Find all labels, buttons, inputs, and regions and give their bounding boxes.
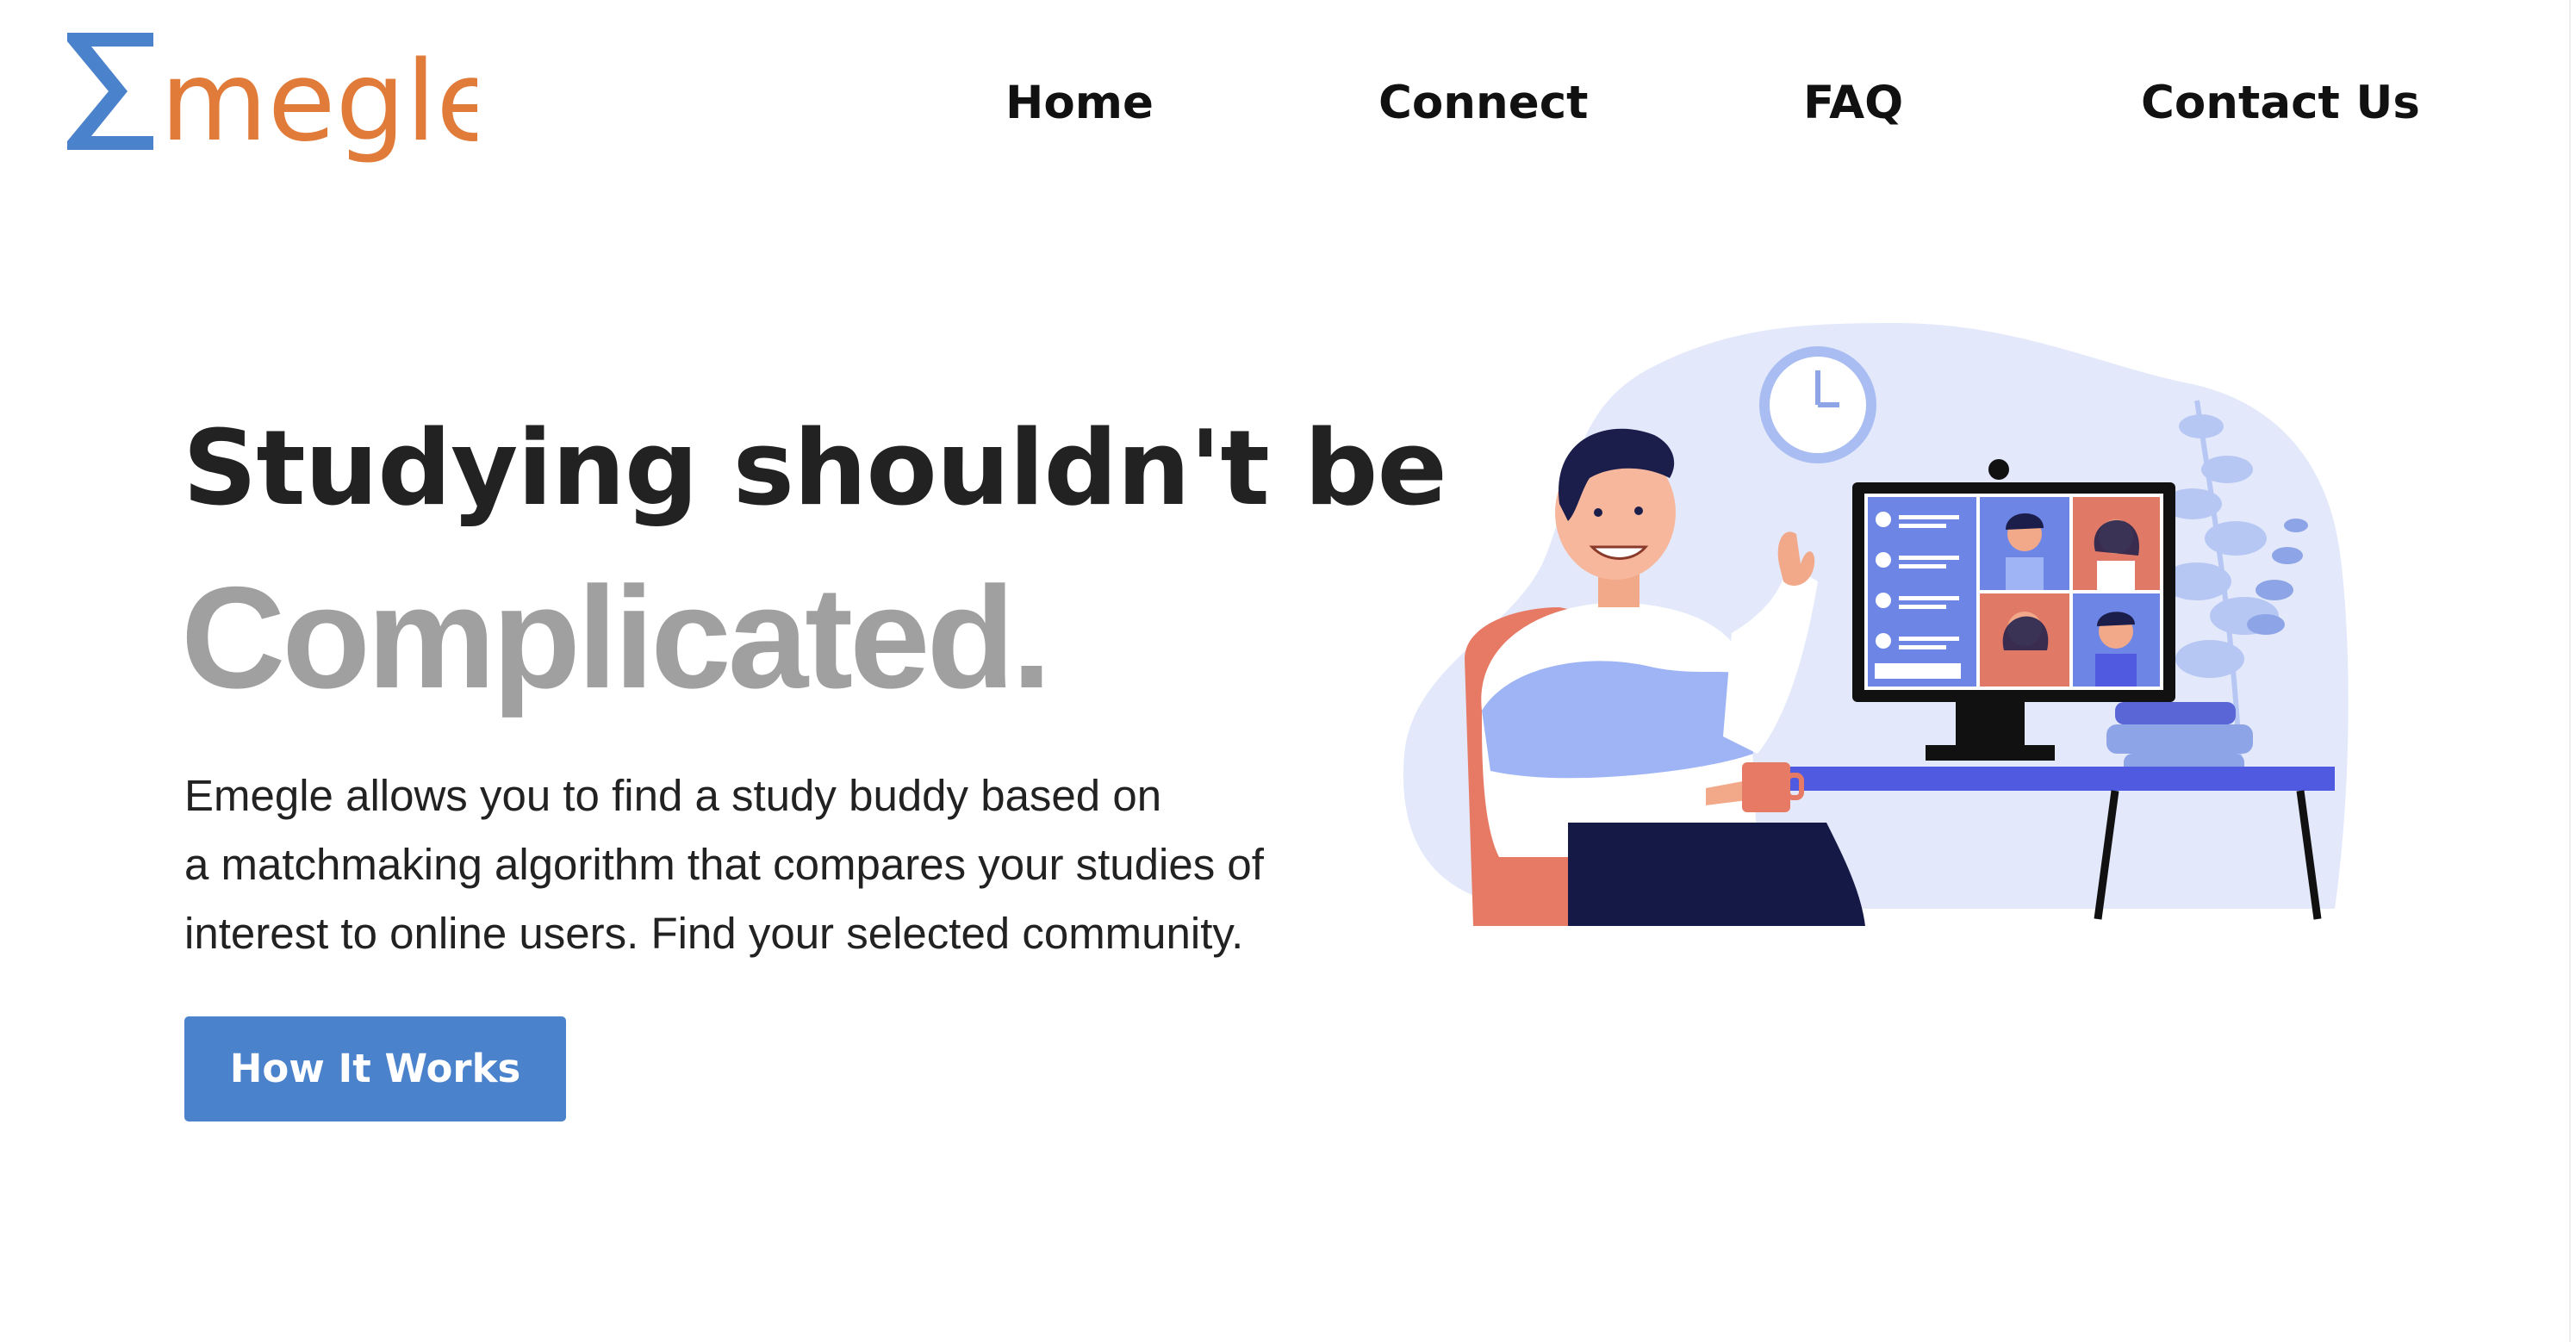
hero-description-line: Emegle allows you to find a study buddy … [184,771,1162,820]
nav-home[interactable]: Home [1005,69,1154,138]
hero-headline-emphasis: Complicated. [181,556,1052,718]
landing-page: megle Home Connect FAQ Contact Us Studyi… [0,0,2576,1342]
hero-description: Emegle allows you to find a study buddy … [184,761,1373,968]
emegle-logo[interactable]: megle [64,29,477,176]
nav-faq[interactable]: FAQ [1803,69,1903,138]
sigma-logo-icon [67,33,153,150]
how-it-works-button[interactable]: How It Works [184,1016,566,1121]
hero-description-line: a matchmaking algorithm that compares yo… [184,840,1264,889]
hero-description-line: interest to online users. Find your sele… [184,909,1244,958]
hero-headline: Studying shouldn't be [183,409,1447,529]
nav-contact-us[interactable]: Contact Us [2141,69,2420,138]
logo-wordmark: megle [160,38,477,166]
video-call-illustration [1403,323,2349,926]
page-edge-divider [2569,0,2571,1342]
nav-connect[interactable]: Connect [1378,69,1588,138]
wall-clock-icon [1759,346,1876,463]
